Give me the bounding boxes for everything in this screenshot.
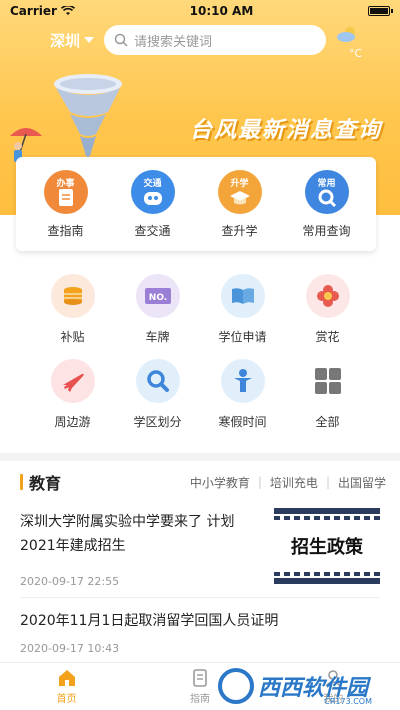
grid-icon: [305, 359, 350, 403]
service-grid: 补贴 NO. 车牌 学位申请 赏花 周边游 学区划分 寒假时间 全部: [30, 274, 370, 430]
banner-title[interactable]: 台风最新消息查询: [190, 112, 382, 144]
news-time: 2020-09-17 10:43: [20, 642, 120, 655]
news-time: 2020-09-17 22:55: [20, 575, 120, 588]
battery-icon: [368, 6, 393, 16]
section-header: 教育 中小学教育 | 培训充电 | 出国留学: [20, 470, 386, 494]
grid-item-subsidy[interactable]: 补贴: [30, 274, 115, 345]
news-title: 深圳大学附属实验中学要来了 计划2021年建成招生: [20, 514, 235, 554]
grid-item-all[interactable]: 全部: [285, 359, 370, 430]
tab-primary-education[interactable]: 中小学教育: [190, 474, 250, 491]
quick-tag: 办事: [56, 178, 75, 189]
weather-widget[interactable]: °C: [334, 24, 364, 60]
quick-item-common[interactable]: 常用 常用查询: [287, 169, 367, 239]
list-separator: [20, 597, 380, 598]
grid-item-winter-break[interactable]: 寒假时间: [200, 359, 285, 430]
clock: 10:10 AM: [189, 4, 254, 18]
graduation-cap-icon: 升学: [217, 169, 262, 214]
flower-icon: [305, 274, 350, 318]
cloud-icon: [337, 27, 356, 42]
weather-unit: °C: [348, 47, 363, 60]
tab-home[interactable]: 首页: [27, 668, 107, 705]
tab-label: 首页: [56, 694, 77, 705]
quick-label: 查指南: [47, 223, 84, 238]
chevron-down-icon: [84, 37, 95, 43]
watermark-circle-icon: [218, 668, 254, 704]
search-placeholder: 请搜索关键词: [134, 34, 213, 50]
city-selector[interactable]: 深圳: [50, 30, 95, 51]
grid-item-degree[interactable]: 学位申请: [200, 274, 285, 345]
quick-tag: 升学: [230, 178, 249, 189]
tab-study-abroad[interactable]: 出国留学: [338, 474, 386, 491]
grid-label: 全部: [315, 415, 340, 429]
magnifier-icon: 常用: [304, 169, 349, 214]
search-icon: [114, 33, 128, 47]
section-tabs: 中小学教育 | 培训充电 | 出国留学: [189, 474, 386, 491]
quick-label: 常用查询: [302, 223, 351, 238]
carrier-label: Carrier: [10, 4, 57, 18]
news-item[interactable]: 2020年11月1日起取消留学回国人员证明 2020-09-17 10:43: [20, 610, 380, 655]
section-title: 教育: [29, 474, 62, 493]
search-icon: [135, 359, 180, 403]
grid-label: 周边游: [54, 415, 91, 429]
robot-icon: 交通: [130, 169, 175, 214]
grid-item-plate[interactable]: NO. 车牌: [115, 274, 200, 345]
guide-icon: [193, 669, 207, 687]
home-icon: [58, 670, 75, 686]
book-icon: [220, 274, 265, 318]
grid-label: 车牌: [145, 330, 170, 344]
watermark-logo: 西西软件园 CR173.COM: [218, 662, 400, 710]
tab-training[interactable]: 培训充电: [270, 474, 318, 491]
grid-item-district[interactable]: 学区划分: [115, 359, 200, 430]
airplane-icon: [50, 359, 95, 403]
top-bar: 深圳 请搜索关键词 °C: [0, 24, 400, 60]
quick-item-traffic[interactable]: 交通 查交通: [113, 169, 193, 239]
grid-label: 寒假时间: [218, 415, 267, 429]
watermark-subtext: CR173.COM: [324, 697, 372, 706]
person-icon: [220, 359, 265, 403]
grid-label: 学区划分: [133, 415, 182, 429]
section-accent-bar: [20, 474, 23, 490]
quick-label: 查交通: [134, 223, 171, 238]
thumbnail-text: 招生政策: [291, 537, 363, 558]
license-plate-icon: NO.: [135, 274, 180, 318]
grid-label: 补贴: [60, 330, 85, 344]
quick-item-school[interactable]: 升学 查升学: [200, 169, 280, 239]
status-bar: Carrier 10:10 AM: [0, 0, 400, 22]
grid-label: 学位申请: [218, 330, 267, 344]
quick-tag: 交通: [143, 178, 162, 189]
quick-label: 查升学: [221, 223, 258, 238]
news-thumbnail: 招生政策: [274, 508, 380, 584]
tornado-illustration: [54, 74, 122, 157]
grid-label: 赏花: [315, 330, 340, 344]
coins-icon: [50, 274, 95, 318]
tab-label: 指南: [189, 694, 210, 705]
wifi-icon: [60, 6, 75, 15]
grid-item-travel[interactable]: 周边游: [30, 359, 115, 430]
quick-service-card: 办事 查指南 交通 查交通 升学 查升学 常用 常用查询: [16, 157, 376, 251]
svg-text:NO.: NO.: [148, 293, 166, 303]
document-icon: 办事: [43, 169, 88, 214]
quick-item-guide[interactable]: 办事 查指南: [26, 169, 106, 239]
section-divider: [0, 453, 400, 461]
search-input[interactable]: 请搜索关键词: [104, 25, 327, 55]
news-item[interactable]: 深圳大学附属实验中学要来了 计划2021年建成招生 2020-09-17 22:…: [20, 508, 380, 588]
news-title: 2020年11月1日起取消留学回国人员证明: [20, 613, 279, 629]
quick-tag: 常用: [317, 178, 336, 189]
grid-item-flowers[interactable]: 赏花: [285, 274, 370, 345]
city-label: 深圳: [50, 31, 81, 50]
